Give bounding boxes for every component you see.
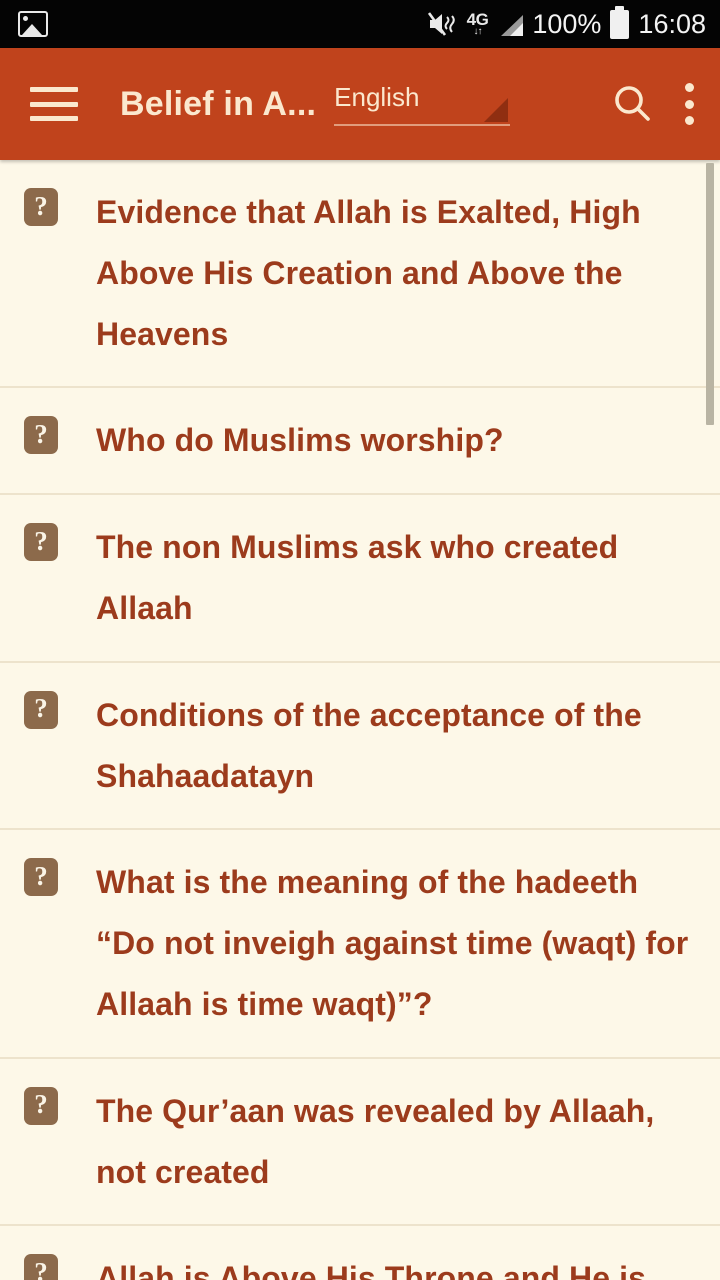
question-mark-icon: ? xyxy=(24,1086,58,1125)
question-mark-glyph: ? xyxy=(34,1089,48,1120)
search-icon[interactable] xyxy=(610,82,654,126)
question-mark-icon: ? xyxy=(24,1254,58,1280)
overflow-menu-icon[interactable] xyxy=(680,81,698,127)
question-mark-icon: ? xyxy=(24,690,58,729)
battery-percent-label: 100% xyxy=(532,8,602,39)
toolbar-actions xyxy=(610,81,698,127)
question-mark-glyph: ? xyxy=(34,1256,48,1280)
hamburger-menu-icon[interactable] xyxy=(30,87,78,121)
signal-bars-icon xyxy=(497,12,524,36)
data-transfer-arrows: ↓↑ xyxy=(473,26,483,37)
question-mark-glyph: ? xyxy=(34,418,48,449)
status-bar-right: 4G ↓↑ 100% 16:08 xyxy=(427,5,706,40)
network-type-indicator: 4G ↓↑ xyxy=(467,11,489,37)
question-mark-glyph: ? xyxy=(34,525,48,556)
question-mark-icon: ? xyxy=(24,858,58,897)
clock-label: 16:08 xyxy=(638,8,706,39)
mute-icon xyxy=(427,11,458,37)
battery-icon xyxy=(610,5,630,39)
list-item[interactable]: ? Conditions of the acceptance of the Sha… xyxy=(0,662,720,831)
page-title: Belief in A... xyxy=(120,84,317,123)
status-bar-left xyxy=(18,11,48,37)
list-item-title: The non Muslims ask who created Allaah xyxy=(96,529,619,626)
app-screen: 4G ↓↑ 100% 16:08 Belief in A... English xyxy=(0,0,720,1280)
list-item[interactable]: ? Allah is Above His Throne and He is Clo… xyxy=(0,1226,720,1280)
list-item-title: What is the meaning of the hadeeth “Do n… xyxy=(96,864,689,1022)
spinner-underline xyxy=(334,124,511,126)
question-list[interactable]: ? Evidence that Allah is Exalted, High Ab… xyxy=(0,160,720,1280)
status-bar: 4G ↓↑ 100% 16:08 xyxy=(0,0,720,48)
list-item[interactable]: ? Evidence that Allah is Exalted, High Ab… xyxy=(0,160,720,389)
list-item-title: Evidence that Allah is Exalted, High Abo… xyxy=(96,194,641,352)
dropdown-caret-icon xyxy=(484,98,509,122)
list-item-title: Allah is Above His Throne and He is Clos… xyxy=(96,1260,646,1280)
question-mark-icon: ? xyxy=(24,523,58,562)
list-item-title: Conditions of the acceptance of the Shah… xyxy=(96,696,642,794)
list-item-title: The Qur’aan was revealed by Allaah, not … xyxy=(96,1092,655,1190)
photo-notification-icon xyxy=(18,11,48,37)
list-item[interactable]: ? What is the meaning of the hadeeth “Do … xyxy=(0,830,720,1059)
list-scrollbar-thumb[interactable] xyxy=(706,163,714,425)
question-mark-glyph: ? xyxy=(34,693,48,724)
app-toolbar: Belief in A... English xyxy=(0,48,720,160)
list-item-title: Who do Muslims worship? xyxy=(96,422,504,459)
question-mark-icon: ? xyxy=(24,188,58,226)
language-spinner-value: English xyxy=(334,82,420,112)
question-mark-icon: ? xyxy=(24,416,58,455)
question-mark-glyph: ? xyxy=(34,860,48,891)
question-mark-glyph: ? xyxy=(34,190,48,221)
language-spinner[interactable]: English xyxy=(334,76,511,132)
list-item[interactable]: ? Who do Muslims worship? xyxy=(0,388,720,496)
list-item[interactable]: ? The Qur’aan was revealed by Allaah, not… xyxy=(0,1058,720,1227)
list-item[interactable]: ? The non Muslims ask who created Allaah xyxy=(0,495,720,663)
